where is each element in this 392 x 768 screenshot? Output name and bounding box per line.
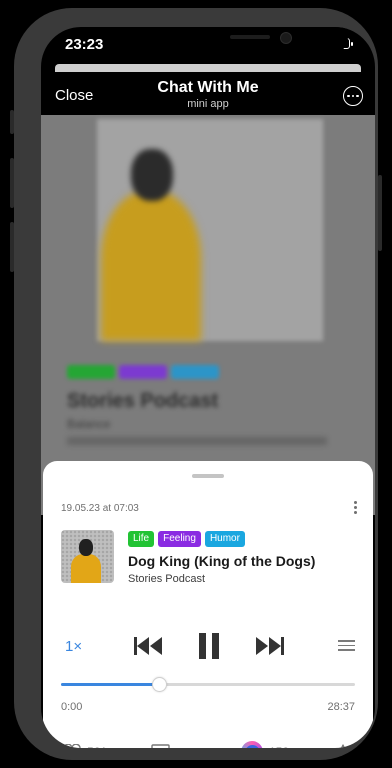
like-button[interactable]: 561 [63, 744, 107, 748]
cover-figure-body [101, 191, 201, 341]
progress-knob[interactable] [152, 677, 168, 692]
podcast-name: Stories Podcast [128, 573, 206, 585]
mini-app-header: Close Chat With Me mini app [41, 75, 375, 115]
blurred-background: Stories Podcast Balance [41, 115, 375, 515]
heart-icon [63, 744, 81, 748]
cover-figure-head [131, 149, 173, 201]
bg-tags [67, 365, 219, 379]
battery-tip [351, 41, 353, 46]
next-button[interactable] [255, 635, 285, 657]
playback-speed-button[interactable]: 1× [65, 638, 82, 655]
episode-thumbnail [61, 530, 114, 583]
favorite-button[interactable] [333, 744, 353, 748]
app-subtitle: mini app [187, 98, 229, 110]
speaker [230, 35, 270, 39]
comment-button[interactable]: 203 [151, 744, 196, 748]
skip-back-icon [134, 637, 162, 655]
progress-fill [61, 683, 159, 686]
episode-date: 19.05.23 at 07:03 [61, 503, 139, 514]
track-title: Dog King (King of the Dogs) [128, 553, 316, 569]
volume-up-button [10, 158, 14, 208]
sheet-edge [55, 64, 361, 72]
tag-life[interactable]: Life [128, 531, 155, 547]
previous-button[interactable] [133, 635, 163, 657]
pause-icon [199, 633, 219, 659]
more-options-button[interactable] [343, 86, 363, 106]
coin-button[interactable]: S 150 [241, 741, 289, 748]
coin-count: 150 [269, 745, 289, 748]
progress-slider[interactable] [61, 677, 355, 692]
volume-down-button [10, 222, 14, 272]
app-title: Chat With Me [157, 79, 259, 96]
comment-count: 203 [176, 746, 196, 749]
episode-menu-button[interactable] [354, 501, 357, 514]
sheet-grabber[interactable] [192, 474, 224, 478]
tag-humor[interactable]: Humor [204, 531, 245, 547]
bg-text-line [67, 437, 327, 445]
mute-switch [10, 110, 14, 134]
like-count: 561 [87, 745, 107, 748]
player-sheet: 19.05.23 at 07:03 Life Feeling Humor Dog… [43, 461, 373, 748]
bg-subtitle: Balance [67, 417, 111, 431]
tag-feeling[interactable]: Feeling [158, 531, 201, 547]
tag-list: Life Feeling Humor [128, 531, 245, 547]
bg-title: Stories Podcast [67, 390, 219, 412]
playlist-button[interactable] [338, 640, 355, 651]
pause-button[interactable] [198, 633, 220, 659]
comment-icon [151, 744, 170, 748]
power-button [378, 175, 382, 251]
camera [280, 32, 292, 44]
time-elapsed: 0:00 [61, 701, 83, 713]
status-time: 23:23 [65, 36, 104, 53]
phone-screen: 23:23 Close Chat With Me mini app Storie… [41, 27, 375, 748]
time-total: 28:37 [327, 701, 355, 713]
coin-icon: S [241, 741, 263, 748]
notch [158, 27, 348, 55]
star-icon [340, 744, 346, 748]
skip-forward-icon [256, 637, 284, 655]
